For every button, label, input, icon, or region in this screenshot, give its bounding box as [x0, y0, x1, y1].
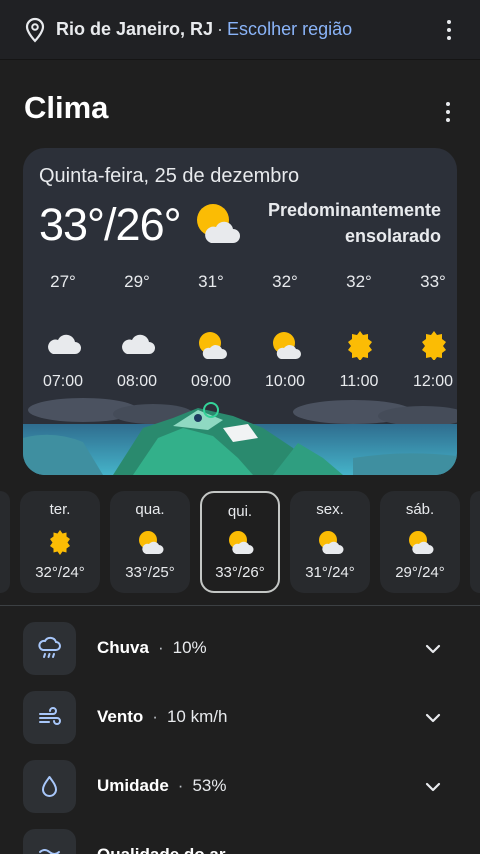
day-name: qui. [227, 503, 253, 520]
hour-time: 11:00 [339, 373, 379, 390]
day-name: sex. [316, 501, 344, 518]
detail-row-air-quality[interactable]: Qualidade do ar [0, 829, 480, 854]
detail-value: 10 km/h [166, 707, 228, 726]
sunny-icon [422, 331, 446, 360]
droplet-icon [42, 776, 57, 797]
condition-line-1: Predominantemente [267, 200, 441, 220]
day-name: sáb. [405, 501, 435, 518]
detail-text: Umidade · 53% [97, 776, 227, 796]
section-divider [0, 605, 480, 606]
hour-time: 09:00 [190, 373, 232, 390]
detail-label: Vento [97, 707, 144, 726]
chevron-down-icon[interactable] [424, 640, 442, 658]
location-separator: · [217, 19, 224, 39]
hour-temp: 32° [272, 272, 298, 291]
detail-icon-box [23, 622, 76, 675]
detail-row-rain[interactable]: Chuva · 10% [0, 622, 480, 678]
landscape-illustration [23, 398, 457, 475]
cloudy-icon [48, 334, 81, 354]
hour-temp: 29° [124, 272, 150, 291]
choose-region-link[interactable]: Escolher região [227, 19, 352, 39]
cloudy-icon [122, 334, 155, 354]
top-more-options-icon[interactable] [439, 18, 459, 42]
daily-forecast: ter. 32°/24° qua. 33°/25° qui. 33°/26° s… [0, 491, 480, 593]
current-date: Quinta-feira, 25 de dezembro [39, 165, 300, 187]
current-condition: Predominantemente ensolarado [251, 197, 441, 249]
hour-temp: 33° [420, 272, 446, 291]
detail-text: Qualidade do ar [97, 845, 225, 854]
hourly-forecast: 27° 07:00 29° 08:00 31° 09:00 32° 10:00 … [23, 272, 457, 392]
day-temps: 33°/25° [125, 564, 175, 581]
sunny-icon [50, 530, 70, 555]
air-quality-icon [39, 849, 60, 854]
current-temperature: 33°/26° [39, 199, 182, 250]
location-pin-icon [25, 17, 45, 43]
hour-temp: 31° [198, 272, 224, 291]
day-temps: 33°/26° [215, 564, 265, 581]
day-temps: 32°/24° [35, 564, 85, 581]
wind-icon [39, 707, 61, 725]
day-temps: 29°/24° [395, 564, 445, 581]
detail-text: Vento · 10 km/h [97, 707, 227, 727]
day-card-qui-selected[interactable]: qui. 33°/26° [200, 491, 280, 593]
detail-label: Chuva [97, 638, 149, 657]
partly-sunny-icon [197, 204, 240, 243]
day-card-partial[interactable] [470, 491, 480, 593]
page-title: Clima [24, 90, 109, 125]
hour-time: 07:00 [42, 373, 84, 390]
partly-sunny-icon [319, 531, 344, 554]
hour-temp: 27° [50, 272, 76, 291]
detail-separator: · [152, 707, 158, 726]
detail-separator: · [157, 638, 164, 657]
sunny-icon [348, 331, 372, 360]
partly-sunny-icon [139, 531, 164, 554]
hour-time: 08:00 [116, 373, 158, 390]
condition-line-2: ensolarado [344, 226, 441, 246]
detail-value: 10% [172, 638, 207, 657]
detail-label: Umidade [97, 776, 169, 795]
chevron-down-icon[interactable] [424, 709, 442, 727]
day-card-ter[interactable]: ter. 32°/24° [20, 491, 100, 593]
current-weather-card[interactable]: Quinta-feira, 25 de dezembro 33°/26° Pre… [23, 148, 457, 475]
day-card-sab[interactable]: sáb. 29°/24° [380, 491, 460, 593]
detail-icon-box [23, 760, 76, 813]
detail-separator: · [177, 776, 184, 795]
partly-sunny-icon [273, 332, 301, 359]
weather-more-options-icon[interactable] [438, 100, 458, 124]
detail-row-wind[interactable]: Vento · 10 km/h [0, 691, 480, 747]
location-bar: Rio de Janeiro, RJ · Escolher região [0, 0, 480, 60]
chevron-down-icon[interactable] [424, 778, 442, 796]
day-name: ter. [49, 501, 71, 518]
location-name: Rio de Janeiro, RJ [56, 19, 214, 39]
detail-text: Chuva · 10% [97, 638, 207, 658]
rain-icon [38, 636, 61, 658]
day-name: qua. [135, 501, 165, 518]
partly-sunny-icon [409, 531, 434, 554]
location-line: Rio de Janeiro, RJ · Escolher região [56, 19, 352, 40]
day-card-sex[interactable]: sex. 31°/24° [290, 491, 370, 593]
detail-label: Qualidade do ar [97, 845, 225, 854]
partly-sunny-icon [199, 332, 227, 359]
hour-temp: 32° [346, 272, 372, 291]
detail-icon-box [23, 691, 76, 744]
hour-time: 12:00 [412, 373, 454, 390]
hour-time: 10:00 [264, 373, 306, 390]
detail-icon-box [23, 829, 76, 854]
day-temps: 31°/24° [305, 564, 355, 581]
detail-value: 53% [192, 776, 227, 795]
detail-row-humidity[interactable]: Umidade · 53% [0, 760, 480, 816]
day-card-qua[interactable]: qua. 33°/25° [110, 491, 190, 593]
partly-sunny-icon [229, 531, 254, 554]
day-card-partial[interactable] [0, 491, 10, 593]
